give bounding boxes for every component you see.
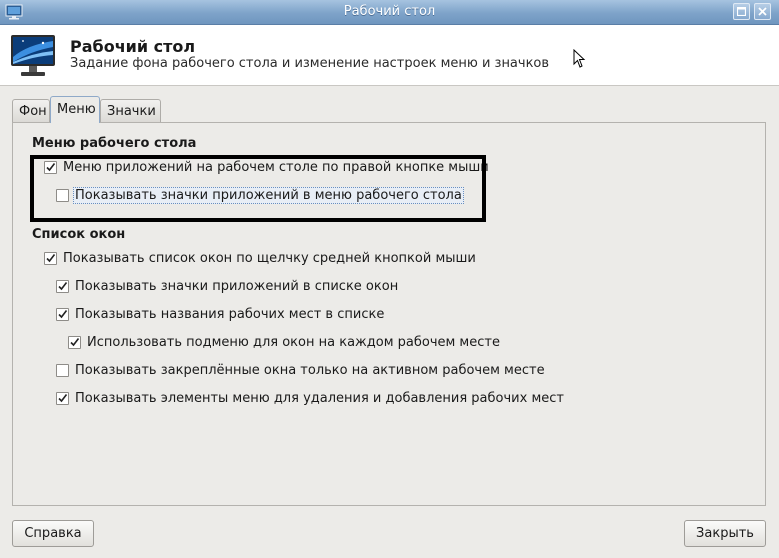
label-window-list-middle-click[interactable]: Показывать список окон по щелчку средней…: [63, 251, 476, 266]
checkbox-sticky-windows-active-only[interactable]: [56, 364, 69, 377]
window-title: Рабочий стол: [343, 4, 436, 19]
mouse-cursor-icon: [573, 49, 586, 68]
annotation-highlight-box: [30, 155, 486, 222]
checkbox-workspace-names[interactable]: [56, 308, 69, 321]
tab-menu[interactable]: Меню: [50, 96, 100, 123]
maximize-icon: [737, 7, 746, 16]
desktop-menu-heading: Меню рабочего стола: [32, 136, 197, 151]
dialog-header: Рабочий стол Задание фона рабочего стола…: [0, 25, 779, 86]
close-icon: [758, 7, 767, 16]
close-button[interactable]: Закрыть: [684, 520, 766, 547]
window-list-heading: Список окон: [32, 227, 126, 242]
tab-background[interactable]: Фон: [12, 99, 50, 122]
checkbox-workspace-submenus[interactable]: [68, 336, 81, 349]
help-button[interactable]: Справка: [12, 520, 94, 547]
label-add-remove-workspace-items[interactable]: Показывать элементы меню для удаления и …: [75, 391, 564, 406]
checkmark-icon: [58, 394, 68, 403]
checkmark-icon: [58, 310, 68, 319]
header-title: Рабочий стол: [70, 37, 196, 56]
label-sticky-windows-active-only[interactable]: Показывать закреплённые окна только на а…: [75, 363, 545, 378]
checkmark-icon: [70, 338, 80, 347]
monitor-icon: [11, 35, 55, 76]
checkmark-icon: [46, 254, 56, 263]
checkbox-window-list-middle-click[interactable]: [44, 252, 57, 265]
label-workspace-names[interactable]: Показывать названия рабочих мест в списк…: [75, 307, 384, 322]
header-subtitle: Задание фона рабочего стола и изменение …: [70, 56, 550, 71]
tab-icons[interactable]: Значки: [100, 99, 161, 122]
title-bar[interactable]: Рабочий стол: [0, 0, 779, 25]
label-window-list-app-icons[interactable]: Показывать значки приложений в списке ок…: [75, 279, 398, 294]
label-workspace-submenus[interactable]: Использовать подменю для окон на каждом …: [87, 335, 500, 350]
checkbox-add-remove-workspace-items[interactable]: [56, 392, 69, 405]
close-window-button[interactable]: [754, 3, 771, 20]
maximize-button[interactable]: [733, 3, 750, 20]
checkbox-window-list-app-icons[interactable]: [56, 280, 69, 293]
checkmark-icon: [58, 282, 68, 291]
